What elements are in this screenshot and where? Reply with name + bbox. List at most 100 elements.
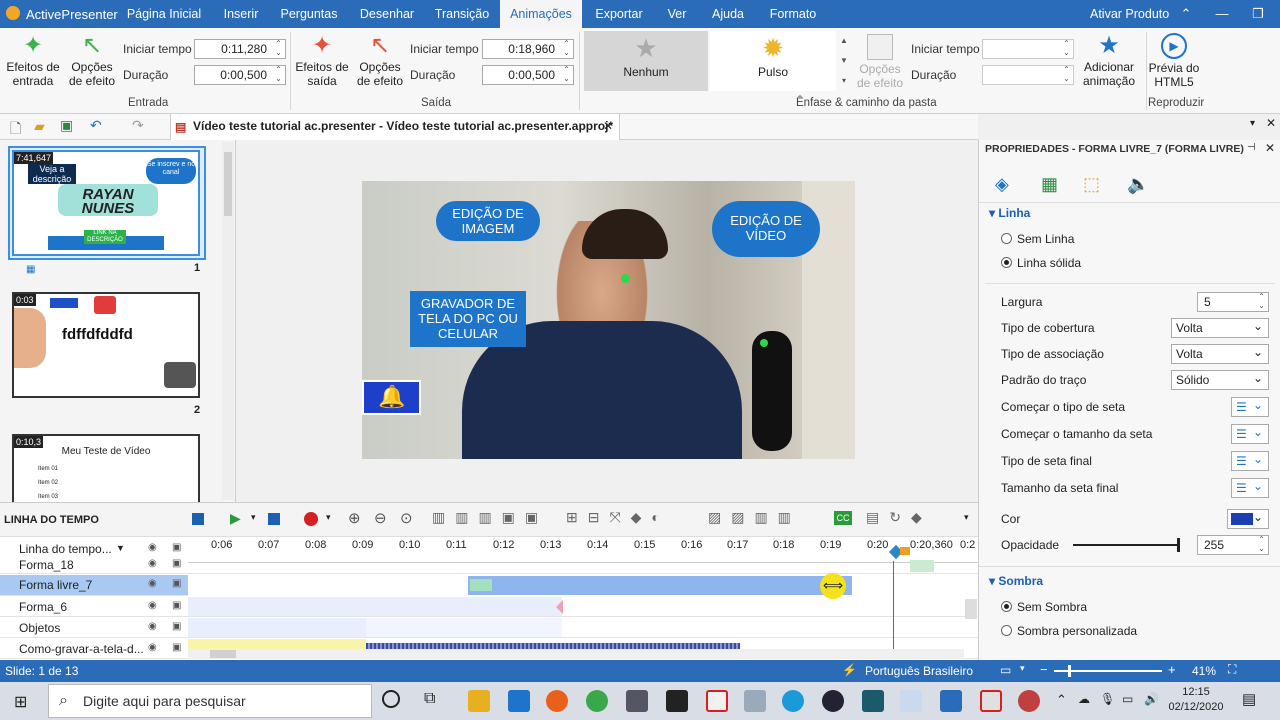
paint-icon[interactable]	[744, 690, 766, 712]
timeline-clip[interactable]	[910, 560, 934, 572]
wifi-icon[interactable]: ▭	[1122, 692, 1133, 706]
scrollbar-thumb[interactable]	[210, 650, 236, 658]
html5-preview-button[interactable]: ▶ Prévia do HTML5	[1148, 32, 1200, 89]
eye-icon[interactable]: ◉	[148, 642, 157, 653]
fit-view-icon[interactable]: ▭	[1000, 663, 1011, 677]
exit-options-button[interactable]: ↖ Opções de efeito	[352, 32, 408, 88]
closed-caption-icon[interactable]: CC	[834, 511, 852, 525]
timeline-row-selected[interactable]: Forma livre_7 ◉ ▣ ⟺	[0, 573, 978, 599]
tray-chevron-icon[interactable]: ⌃	[1056, 692, 1067, 708]
entrance-effects-button[interactable]: ✦ Efeitos de entrada	[4, 32, 62, 88]
tab-transicao[interactable]: Transição	[426, 0, 498, 28]
close-icon[interactable]: ✕	[603, 114, 613, 138]
lock-icon[interactable]: ▣	[172, 578, 181, 589]
opacity-slider-track[interactable]	[1073, 544, 1179, 546]
notification-bell-box[interactable]: 🔔	[362, 380, 421, 415]
video-object[interactable]: EDIÇÃO DE IMAGEM EDIÇÃO DE VÍDEO GRAVADO…	[362, 181, 855, 459]
timeline-row[interactable]: Objetos ◉ ▣	[0, 618, 978, 638]
ccleaner-icon[interactable]	[822, 690, 844, 712]
cortana-icon[interactable]	[382, 690, 400, 708]
slides-scrollbar[interactable]	[222, 142, 234, 500]
slide-thumb-3[interactable]: 0:10,3 Meu Teste de Vídeo Item 01 Item 0…	[12, 434, 200, 504]
zoom-slider-thumb[interactable]	[1068, 665, 1071, 677]
path-point[interactable]	[760, 339, 768, 347]
activate-product-link[interactable]: Ativar Produto	[1090, 7, 1169, 21]
size-icon[interactable]: ▦	[1041, 174, 1058, 195]
dropdown-icon[interactable]: ▾	[964, 512, 969, 523]
zoom-fit-icon[interactable]: ⊙	[400, 509, 413, 527]
eye-icon[interactable]: ◉	[148, 600, 157, 611]
zoom-in-button[interactable]: +	[1168, 662, 1176, 677]
gallery-scroll[interactable]: ▲ ▼ ▾	[838, 31, 850, 91]
bubble-screen-recorder[interactable]: GRAVADOR DE TELA DO PC OU CELULAR	[410, 291, 526, 347]
tab-exportar[interactable]: Exportar	[586, 0, 652, 28]
chrome-icon[interactable]	[586, 690, 608, 712]
lock-icon[interactable]: ▣	[172, 642, 181, 653]
emphasis-duration-input[interactable]	[982, 65, 1074, 85]
timeline-hscrollbar[interactable]	[188, 649, 964, 659]
record-icon[interactable]	[304, 512, 318, 526]
emphasis-options-button[interactable]: Opções de efeito	[852, 32, 908, 90]
lock-icon[interactable]: ▣	[172, 558, 181, 569]
no-shadow-radio[interactable]	[1001, 601, 1012, 612]
tab-pagina-inicial[interactable]: Página Inicial	[118, 0, 210, 28]
fill-bucket-icon[interactable]: ◈	[995, 174, 1009, 195]
activepresenter-icon[interactable]	[706, 690, 728, 712]
slide-thumb-2[interactable]: 0:03 fdffdfddfd	[12, 292, 200, 398]
slide-thumb-1[interactable]: 7:41,647 Veja a descrição Se inscrev e n…	[12, 150, 200, 256]
shadow-section-header[interactable]: ▾ Sombra	[989, 574, 1043, 588]
opacity-slider-thumb[interactable]	[1177, 538, 1180, 552]
arrow-end-type-select[interactable]: ☰	[1231, 450, 1269, 471]
app-icon[interactable]	[940, 690, 962, 712]
arrow-start-size-select[interactable]: ☰	[1231, 423, 1269, 444]
tab-animacoes[interactable]: Animações	[500, 0, 582, 28]
tab-desenhar[interactable]: Desenhar	[352, 0, 422, 28]
entrance-options-button[interactable]: ↖ Opções de efeito	[64, 32, 120, 88]
arrow-end-size-select[interactable]: ☰	[1231, 477, 1269, 498]
entrance-start-input[interactable]: 0:11,280	[194, 39, 286, 59]
tab-ajuda[interactable]: Ajuda	[702, 0, 754, 28]
zoom-out-button[interactable]: −	[1040, 662, 1048, 677]
exit-start-input[interactable]: 0:18,960	[482, 39, 574, 59]
arrow-start-type-select[interactable]: ☰	[1231, 396, 1269, 417]
undo-icon[interactable]: ↶	[90, 117, 102, 134]
redo-icon[interactable]: ↷	[132, 117, 144, 134]
bubble-image-editing[interactable]: EDIÇÃO DE IMAGEM	[436, 201, 540, 241]
file-explorer-icon[interactable]	[468, 690, 490, 712]
timeline-misc-tools[interactable]: ▤↻◆	[866, 509, 932, 526]
save-icon[interactable]: ▣	[60, 117, 73, 134]
dropdown-icon[interactable]: ▾	[251, 512, 256, 523]
pin-icon[interactable]: ⊣	[1247, 142, 1256, 153]
app-icon[interactable]	[1018, 690, 1040, 712]
path-point[interactable]	[621, 274, 630, 283]
timeline-clip[interactable]	[188, 597, 562, 616]
app-icon[interactable]	[900, 690, 922, 712]
language-label[interactable]: Português Brasileiro	[865, 664, 973, 678]
entrance-effect-marker[interactable]	[470, 579, 492, 591]
close-icon[interactable]: ✕	[1266, 116, 1276, 130]
tab-perguntas[interactable]: Perguntas	[272, 0, 346, 28]
close-icon[interactable]: ✕	[1265, 141, 1275, 155]
timeline-insert-tools[interactable]: ⊞⊟⤧◆◐	[566, 509, 670, 526]
windows-start-icon[interactable]: ⊞	[14, 692, 27, 712]
timeline-media-tools[interactable]: ▨▨▥▥	[708, 509, 801, 526]
collapse-icon[interactable]: ⌃	[1168, 0, 1204, 28]
zoom-in-icon[interactable]: ⊕	[348, 509, 361, 527]
dropdown-icon[interactable]: ▾	[326, 512, 331, 523]
lock-icon[interactable]: ▣	[172, 542, 181, 553]
volume-icon[interactable]: 🔊	[1144, 692, 1159, 706]
effect-icon[interactable]: ⬚	[1083, 174, 1100, 195]
stop-icon[interactable]	[268, 513, 280, 525]
audio-icon[interactable]: 🔈	[1127, 174, 1149, 195]
timeline-clip[interactable]	[468, 576, 852, 595]
new-file-icon[interactable]: 🗋	[10, 118, 21, 142]
dropdown-icon[interactable]: ▼	[116, 543, 125, 553]
opacity-input[interactable]: 255	[1197, 535, 1269, 555]
obs-icon[interactable]	[666, 690, 688, 712]
app-icon[interactable]	[862, 690, 884, 712]
timeline-edit-tools[interactable]: ▥▥▥▣▣	[432, 509, 548, 526]
minimize-icon[interactable]: —	[1204, 0, 1240, 28]
eye-icon[interactable]: ◉	[148, 621, 157, 632]
line-section-header[interactable]: ▾ Linha	[989, 206, 1030, 220]
timeline-row[interactable]: Forma_18 ◉ ▣	[0, 557, 978, 574]
